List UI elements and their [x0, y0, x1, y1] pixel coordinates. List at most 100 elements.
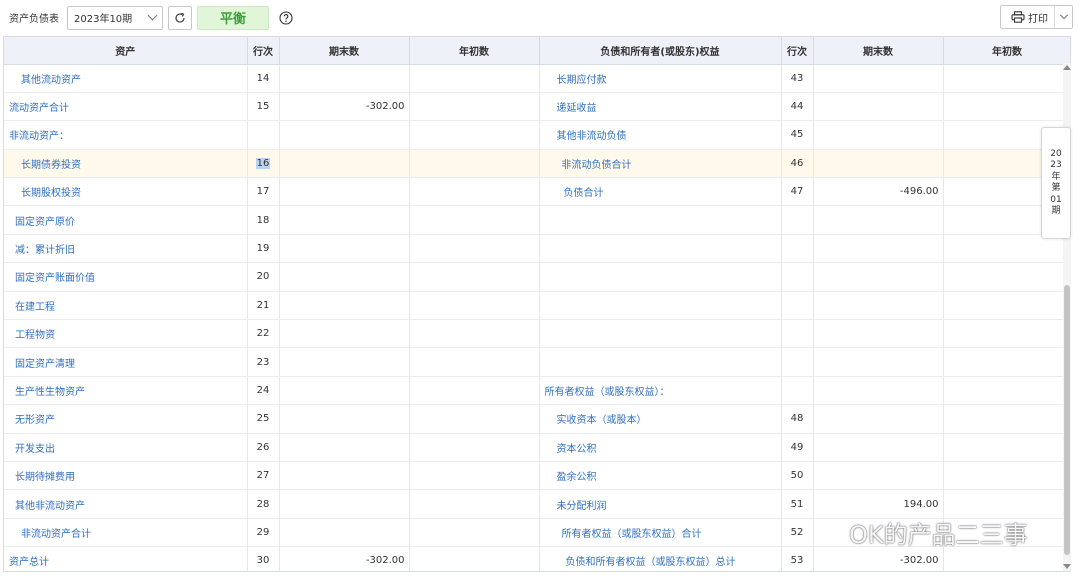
asset-end[interactable] [279, 319, 410, 349]
asset-name[interactable]: 开发支出 [4, 433, 248, 462]
asset-begin[interactable] [409, 319, 540, 349]
asset-end[interactable] [279, 433, 410, 462]
asset-begin[interactable] [409, 291, 540, 321]
liability-name[interactable]: 未分配利润 [539, 489, 782, 519]
liability-name[interactable]: 实收资本（或股本） [539, 404, 782, 434]
asset-end[interactable] [279, 149, 410, 179]
scroll-thumb[interactable] [1064, 285, 1070, 555]
asset-end[interactable] [279, 347, 410, 377]
liability-end[interactable] [813, 376, 944, 406]
liability-end[interactable] [813, 262, 944, 292]
liability-end[interactable] [813, 92, 944, 122]
liability-begin[interactable] [943, 319, 1070, 349]
asset-name[interactable]: 无形资产 [4, 404, 248, 434]
asset-begin[interactable] [409, 262, 540, 292]
liability-name[interactable] [539, 205, 782, 235]
print-options-dropdown[interactable] [1054, 6, 1072, 28]
asset-end[interactable] [279, 291, 410, 321]
asset-name[interactable]: 流动资产合计 [4, 92, 248, 122]
asset-end[interactable] [279, 120, 410, 150]
liability-name[interactable] [539, 234, 782, 264]
asset-begin[interactable] [409, 92, 540, 122]
asset-name[interactable]: 在建工程 [4, 291, 248, 321]
asset-name[interactable]: 减：累计折旧 [4, 234, 248, 264]
scroll-down-arrow-icon[interactable] [1063, 564, 1071, 569]
liability-name[interactable]: 其他非流动负债 [539, 120, 782, 150]
liability-begin[interactable] [943, 461, 1070, 491]
liability-begin[interactable] [943, 376, 1070, 406]
liability-name[interactable]: 非流动负债合计 [539, 149, 782, 179]
liability-name[interactable]: 资本公积 [539, 433, 782, 462]
liability-end[interactable] [813, 291, 944, 321]
asset-name[interactable]: 固定资产原价 [4, 205, 248, 235]
liability-name[interactable]: 所有者权益（或股东权益）： [539, 376, 782, 406]
asset-begin[interactable] [409, 149, 540, 179]
asset-begin[interactable] [409, 376, 540, 406]
asset-begin[interactable] [409, 433, 540, 462]
liability-end[interactable] [813, 319, 944, 349]
asset-end[interactable] [279, 404, 410, 434]
liability-name[interactable] [539, 262, 782, 292]
scroll-up-arrow-icon[interactable] [1063, 65, 1071, 70]
liability-name[interactable] [539, 291, 782, 321]
asset-name[interactable]: 其他流动资产 [4, 64, 248, 93]
asset-end[interactable] [279, 262, 410, 292]
asset-end[interactable] [279, 205, 410, 235]
liability-end[interactable] [813, 404, 944, 434]
liability-name[interactable] [539, 319, 782, 349]
asset-begin[interactable] [409, 64, 540, 93]
liability-end[interactable]: -302.00 [813, 546, 944, 571]
asset-begin[interactable] [409, 120, 540, 150]
asset-begin[interactable] [409, 234, 540, 264]
asset-begin[interactable] [409, 205, 540, 235]
asset-end[interactable] [279, 234, 410, 264]
liability-name[interactable]: 递延收益 [539, 92, 782, 122]
liability-end[interactable] [813, 149, 944, 179]
liability-end[interactable] [813, 461, 944, 491]
asset-begin[interactable] [409, 347, 540, 377]
liability-begin[interactable] [943, 291, 1070, 321]
asset-begin[interactable] [409, 177, 540, 207]
asset-name[interactable]: 长期股权投资 [4, 177, 248, 207]
asset-end[interactable]: -302.00 [279, 546, 410, 571]
liability-begin[interactable] [943, 262, 1070, 292]
asset-begin[interactable] [409, 461, 540, 491]
asset-name[interactable]: 长期待摊费用 [4, 461, 248, 491]
asset-name[interactable]: 非流动资产合计 [4, 518, 248, 548]
asset-end[interactable] [279, 376, 410, 406]
asset-end[interactable] [279, 489, 410, 519]
asset-end[interactable] [279, 518, 410, 548]
asset-name[interactable]: 非流动资产： [4, 120, 248, 150]
asset-end[interactable] [279, 64, 410, 93]
asset-name[interactable]: 长期债券投资 [4, 149, 248, 179]
asset-name[interactable]: 固定资产账面价值 [4, 262, 248, 292]
asset-name[interactable]: 资产总计 [4, 546, 248, 571]
asset-name[interactable]: 其他非流动资产 [4, 489, 248, 519]
liability-name[interactable]: 盈余公积 [539, 461, 782, 491]
help-icon[interactable] [279, 10, 293, 25]
asset-end[interactable] [279, 461, 410, 491]
liability-begin[interactable] [943, 92, 1070, 122]
liability-begin[interactable] [943, 546, 1070, 571]
liability-begin[interactable] [943, 433, 1070, 462]
asset-name[interactable]: 工程物资 [4, 319, 248, 349]
asset-begin[interactable] [409, 489, 540, 519]
liability-begin[interactable] [943, 404, 1070, 434]
liability-end[interactable] [813, 64, 944, 93]
liability-end[interactable]: -496.00 [813, 177, 944, 207]
liability-end[interactable] [813, 234, 944, 264]
asset-end[interactable]: -302.00 [279, 92, 410, 122]
liability-name[interactable]: 负债和所有者权益（或股东权益）总计 [539, 546, 782, 571]
liability-end[interactable] [813, 205, 944, 235]
liability-name[interactable]: 所有者权益（或股东权益）合计 [539, 518, 782, 548]
liability-name[interactable] [539, 347, 782, 377]
liability-end[interactable] [813, 433, 944, 462]
period-side-tag[interactable]: 2023年第01期 [1041, 127, 1071, 239]
asset-end[interactable] [279, 177, 410, 207]
asset-name[interactable]: 生产性生物资产 [4, 376, 248, 406]
refresh-button[interactable] [168, 5, 192, 30]
liability-begin[interactable] [943, 347, 1070, 377]
asset-name[interactable]: 固定资产清理 [4, 347, 248, 377]
print-button[interactable]: 打印 [1001, 6, 1054, 28]
asset-begin[interactable] [409, 546, 540, 571]
